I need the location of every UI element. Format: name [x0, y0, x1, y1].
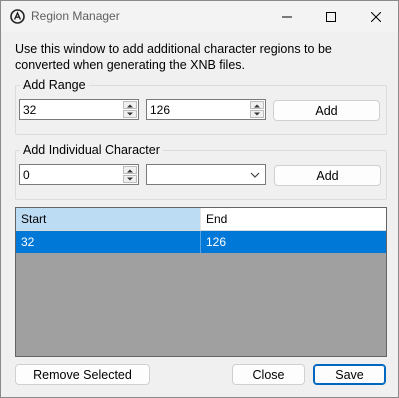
- close-window-button[interactable]: [359, 1, 393, 32]
- chevron-up-icon: [127, 104, 133, 108]
- row-end-cell[interactable]: 126: [201, 231, 386, 253]
- range-start-up-button[interactable]: [123, 101, 137, 109]
- character-code-up-button[interactable]: [123, 166, 137, 174]
- chevron-up-icon: [127, 169, 133, 173]
- save-button[interactable]: Save: [313, 364, 386, 385]
- character-code-value: 0: [23, 168, 30, 182]
- chevron-down-icon: [127, 177, 133, 181]
- range-start-down-button[interactable]: [123, 110, 137, 118]
- range-end-value: 126: [150, 103, 171, 117]
- minimize-button[interactable]: [270, 1, 304, 32]
- table-row[interactable]: 32 126: [16, 231, 386, 253]
- character-code-down-button[interactable]: [123, 175, 137, 183]
- grid-header: Start End: [16, 208, 386, 230]
- close-icon: [371, 11, 381, 22]
- chevron-down-icon: [250, 172, 260, 178]
- range-start-spin-buttons: [123, 101, 137, 118]
- remove-selected-button[interactable]: Remove Selected: [15, 364, 150, 385]
- window-title: Region Manager: [31, 9, 120, 23]
- range-start-stepper[interactable]: 32: [19, 99, 139, 120]
- close-button[interactable]: Close: [232, 364, 305, 385]
- range-end-up-button[interactable]: [250, 101, 264, 109]
- range-end-spin-buttons: [250, 101, 264, 118]
- chevron-down-icon: [127, 112, 133, 116]
- regions-grid[interactable]: Start End 32 126: [15, 207, 387, 357]
- range-end-stepper[interactable]: 126: [146, 99, 266, 120]
- add-individual-label: Add Individual Character: [20, 143, 163, 157]
- maximize-icon: [326, 11, 336, 22]
- add-range-label: Add Range: [20, 78, 89, 92]
- column-header-end[interactable]: End: [201, 208, 386, 230]
- add-range-button[interactable]: Add: [273, 100, 380, 121]
- maximize-button[interactable]: [314, 1, 348, 32]
- add-character-button[interactable]: Add: [274, 165, 381, 186]
- app-icon: [10, 9, 25, 24]
- character-code-stepper[interactable]: 0: [19, 164, 139, 185]
- description-text: Use this window to add additional charac…: [15, 42, 332, 72]
- region-manager-window: Region Manager Use this window to add ad…: [0, 0, 399, 398]
- title-bar[interactable]: Region Manager: [1, 1, 398, 32]
- character-select[interactable]: [146, 164, 266, 185]
- range-end-down-button[interactable]: [250, 110, 264, 118]
- row-start-cell[interactable]: 32: [16, 231, 201, 253]
- range-start-value: 32: [23, 103, 37, 117]
- character-code-spin-buttons: [123, 166, 137, 183]
- chevron-up-icon: [254, 104, 260, 108]
- column-header-start[interactable]: Start: [16, 208, 201, 230]
- chevron-down-icon: [254, 112, 260, 116]
- minimize-icon: [282, 16, 292, 17]
